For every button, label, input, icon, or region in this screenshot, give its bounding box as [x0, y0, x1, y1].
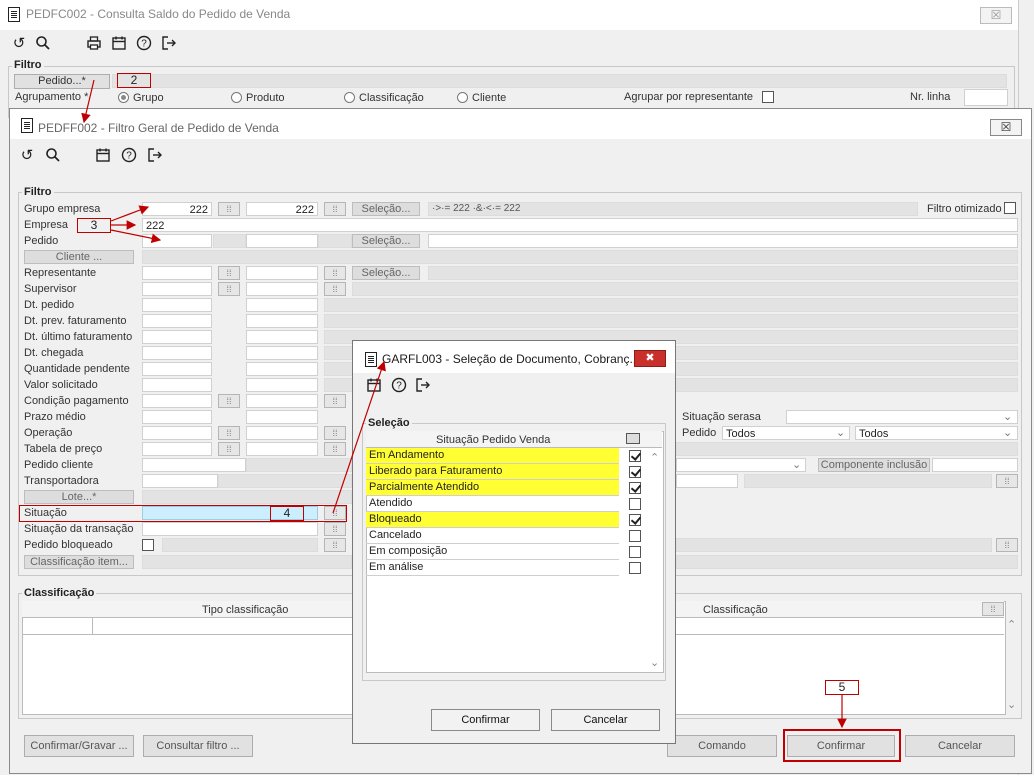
- arrow-4: [332, 360, 386, 514]
- arrow-3c: [110, 229, 162, 244]
- arrow-2: [81, 79, 95, 124]
- annotation-arrows: [81, 79, 847, 729]
- arrow-3a: [110, 205, 150, 222]
